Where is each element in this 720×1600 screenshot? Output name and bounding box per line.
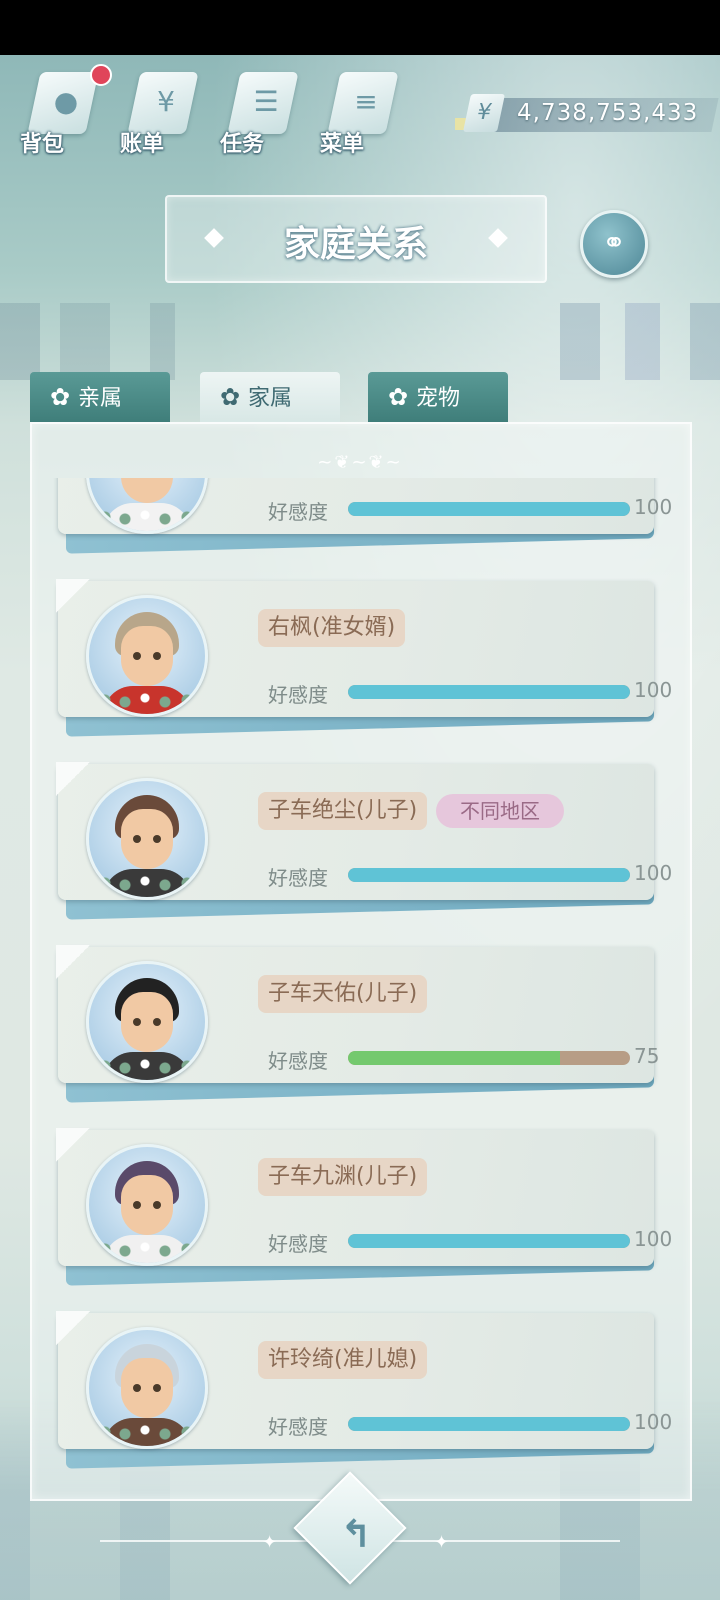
menu-button[interactable]: ≡ 菜单 (320, 70, 404, 160)
skyline-decoration (0, 270, 720, 380)
list-item[interactable]: 右枫(准女婿) 好感度 100 (56, 579, 672, 737)
affinity-bar (348, 1234, 630, 1248)
affinity-value: 100 (634, 1227, 673, 1251)
task-icon: ☰ (253, 85, 279, 118)
sparkle-ornament: ✦ (434, 1532, 450, 1553)
avatar (86, 1144, 208, 1266)
title-plate: 家庭关系 (165, 195, 547, 283)
menu-label: 菜单 (320, 132, 365, 157)
task-button[interactable]: ☰ 任务 (220, 70, 304, 160)
avatar (86, 595, 208, 717)
affinity-value: 75 (634, 1044, 660, 1068)
affinity-bar (348, 502, 630, 516)
member-name: 右枫(准女婿) (258, 609, 406, 647)
list-item[interactable]: 好感度 100 (58, 478, 672, 554)
bill-label: 账单 (120, 132, 165, 157)
affinity-label: 好感度 (268, 1232, 328, 1256)
tab-label: 宠物 (416, 386, 461, 411)
bill-icon: ¥ (157, 85, 175, 118)
affinity-bar (348, 685, 630, 699)
member-name: 子车天佑(儿子) (258, 975, 428, 1013)
list-item[interactable]: 许玲绮(准儿媳) 好感度 100 (56, 1311, 672, 1469)
member-name: 子车绝尘(儿子) (258, 792, 428, 830)
tab-label: 家属 (248, 386, 293, 411)
bag-label: 背包 (20, 132, 65, 157)
task-label: 任务 (220, 132, 265, 157)
bill-button[interactable]: ¥ 账单 (120, 70, 204, 160)
tab-relatives[interactable]: ✿ 亲属 (30, 372, 170, 422)
flower-icon: ✿ (387, 383, 409, 411)
avatar (86, 961, 208, 1083)
tab-label: 亲属 (78, 386, 123, 411)
affinity-bar (348, 868, 630, 882)
affinity-label: 好感度 (268, 1049, 328, 1073)
list-item[interactable]: 子车天佑(儿子) 好感度 75 (56, 945, 660, 1103)
page-title: 家庭关系 (283, 224, 428, 265)
affinity-label: 好感度 (268, 500, 328, 524)
flower-icon: ✿ (49, 383, 71, 411)
family-list[interactable]: 好感度 100 右枫(准女婿) 好感度 100 子车绝尘(儿子) 不同地区 好感… (30, 478, 692, 1488)
member-name: 子车九渊(儿子) (258, 1158, 428, 1196)
currency-display: ¥ 4,738,753,433 (455, 94, 719, 132)
region-badge: 不同地区 (436, 794, 564, 828)
affinity-bar (348, 1417, 630, 1431)
affinity-label: 好感度 (268, 683, 328, 707)
ornament-divider: ~❦~❦~ (317, 452, 403, 473)
member-name: 许玲绮(准儿媳) (258, 1341, 428, 1379)
tab-family[interactable]: ✿ 家属 (200, 372, 340, 424)
bag-button[interactable]: ● 背包 (20, 64, 112, 160)
family-tree-icon: ⚭ (602, 226, 626, 259)
sparkle-ornament: ✦ (262, 1532, 278, 1553)
affinity-label: 好感度 (268, 866, 328, 890)
flower-icon: ✿ (219, 383, 241, 411)
affinity-bar (348, 1051, 630, 1065)
currency-value: 4,738,753,433 (517, 100, 699, 126)
affinity-value: 100 (634, 861, 673, 885)
menu-icon: ≡ (354, 85, 378, 118)
avatar (86, 778, 208, 900)
tab-pets[interactable]: ✿ 宠物 (368, 372, 508, 422)
affinity-value: 100 (634, 495, 673, 519)
family-tree-button[interactable]: ⚭ (580, 210, 648, 278)
top-nav: ● 背包 ¥ 账单 ☰ 任务 ≡ 菜单 (20, 64, 404, 160)
list-item[interactable]: 子车绝尘(儿子) 不同地区 好感度 100 (56, 762, 672, 920)
bag-icon: ● (53, 85, 79, 118)
affinity-value: 100 (634, 1410, 673, 1434)
affinity-value: 100 (634, 678, 673, 702)
notification-dot (90, 64, 112, 86)
avatar (86, 478, 208, 534)
avatar (86, 1327, 208, 1449)
affinity-label: 好感度 (268, 1415, 328, 1439)
back-arrow-icon: ↰ (340, 1512, 372, 1556)
list-item[interactable]: 子车九渊(儿子) 好感度 100 (56, 1128, 672, 1286)
